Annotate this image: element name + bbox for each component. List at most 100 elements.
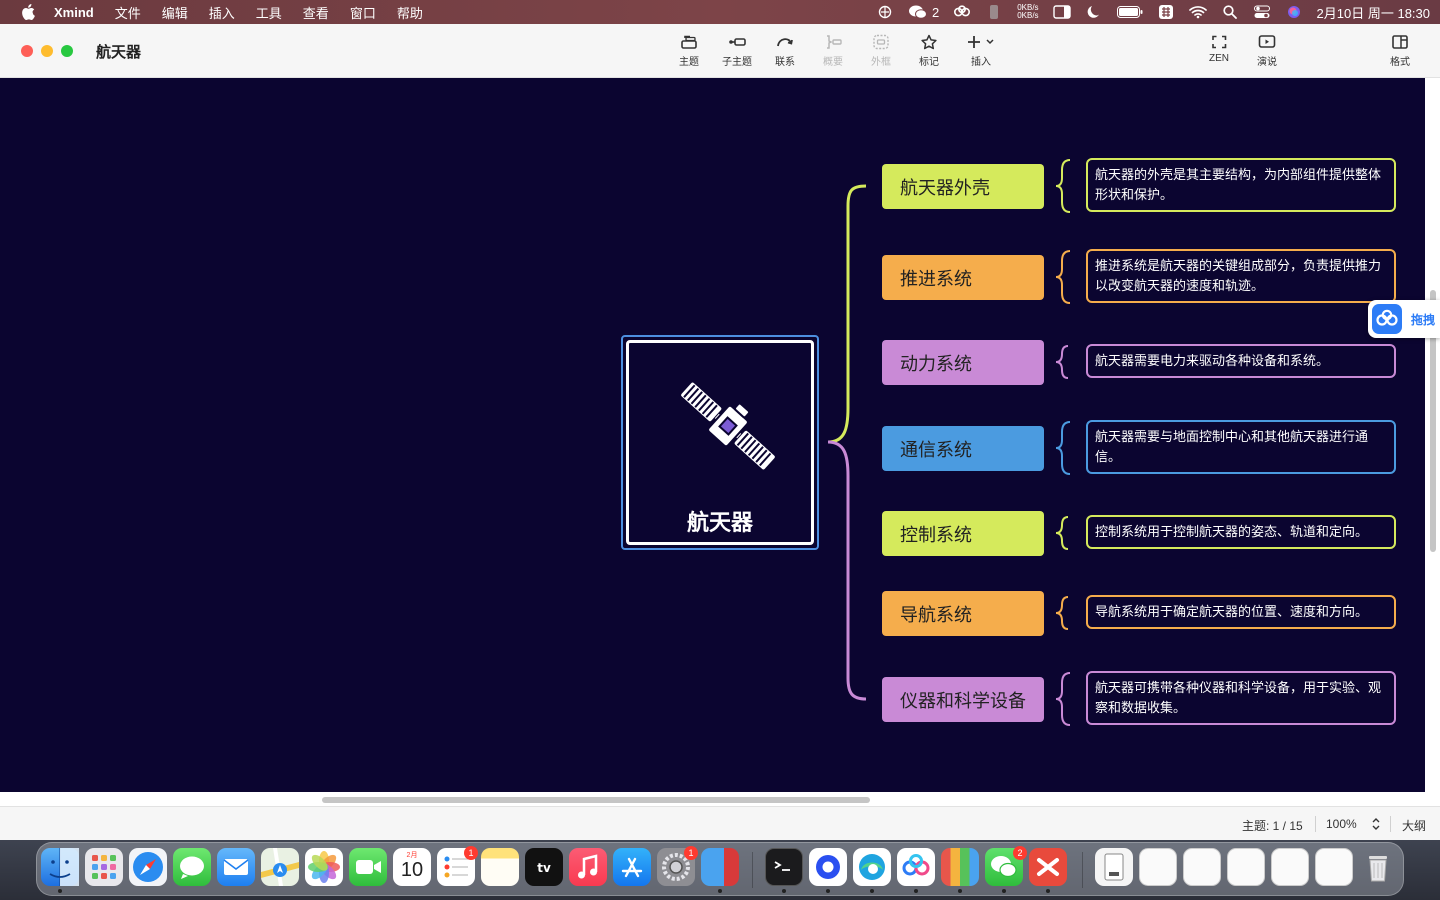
- facetime-icon[interactable]: [349, 848, 387, 886]
- launchpad-icon[interactable]: [85, 848, 123, 886]
- mindmap-canvas[interactable]: 航天器 航天器外壳 航天器的外壳是其主要结构，为内部组件提供整体形状和保护。 推…: [0, 78, 1425, 792]
- recent-document-icon[interactable]: [1139, 848, 1177, 886]
- branch-note-shell-structure[interactable]: 航天器的外壳是其主要结构，为内部组件提供整体形状和保护。: [1086, 158, 1396, 212]
- insert-topic-button[interactable]: 主题: [667, 34, 711, 68]
- net-down-value: 0KB/s: [1017, 11, 1039, 20]
- apple-menu-icon[interactable]: [18, 2, 38, 22]
- insert-menu-button[interactable]: 插入: [959, 34, 1003, 68]
- messages-icon[interactable]: [173, 848, 211, 886]
- chatgpt-icon[interactable]: [809, 848, 847, 886]
- siri-icon[interactable]: [1285, 5, 1303, 19]
- input-method-icon[interactable]: [1157, 5, 1175, 19]
- close-window-button[interactable]: [21, 45, 33, 57]
- books-archive-icon[interactable]: [941, 848, 979, 886]
- floating-drag-button[interactable]: 拖拽: [1368, 300, 1440, 338]
- zoom-stepper-icon[interactable]: [1371, 816, 1381, 832]
- branch-note-navigation[interactable]: 导航系统用于确定航天器的位置、速度和方向。: [1086, 595, 1396, 629]
- parallels-icon[interactable]: [701, 848, 739, 886]
- branch-topic-shell-structure[interactable]: 航天器外壳: [882, 164, 1044, 209]
- branch-topic-power[interactable]: 动力系统: [882, 340, 1044, 385]
- central-topic-label: 航天器: [686, 510, 753, 535]
- vpn-icon[interactable]: [876, 5, 894, 19]
- menu-view[interactable]: 查看: [303, 3, 329, 22]
- apple-tv-icon[interactable]: tv: [525, 848, 563, 886]
- menu-app-name[interactable]: Xmind: [54, 5, 94, 20]
- cloud-sync-icon[interactable]: [953, 5, 971, 19]
- trash-icon[interactable]: [1359, 848, 1397, 886]
- moon-icon[interactable]: [1085, 5, 1103, 19]
- notes-icon[interactable]: [481, 848, 519, 886]
- zen-mode-button[interactable]: ZEN: [1197, 34, 1241, 64]
- zoom-window-button[interactable]: [61, 45, 73, 57]
- mail-icon[interactable]: [217, 848, 255, 886]
- xmind-app-icon[interactable]: [1029, 848, 1067, 886]
- recent-document-icon[interactable]: [1271, 848, 1309, 886]
- sidebar-display-icon[interactable]: [1052, 5, 1071, 19]
- branch-note-power[interactable]: 航天器需要电力来驱动各种设备和系统。: [1086, 344, 1396, 378]
- insert-label: 插入: [971, 57, 991, 68]
- branch-note-propulsion[interactable]: 推进系统是航天器的关键组成部分，负责提供推力以改变航天器的速度和轨迹。: [1086, 249, 1396, 303]
- insert-subtopic-button[interactable]: 子主题: [715, 34, 759, 68]
- branch-note-text: 控制系统用于控制航天器的姿态、轨道和定向。: [1095, 524, 1369, 539]
- photos-icon[interactable]: [305, 848, 343, 886]
- branch-topic-propulsion[interactable]: 推进系统: [882, 255, 1044, 300]
- safari-icon[interactable]: [129, 848, 167, 886]
- pitch-mode-button[interactable]: 演说: [1245, 34, 1289, 68]
- calendar-icon[interactable]: 2月 10: [393, 848, 431, 886]
- edge-browser-icon[interactable]: [853, 848, 891, 886]
- battery-icon[interactable]: [1116, 5, 1143, 19]
- branch-topic-control[interactable]: 控制系统: [882, 511, 1044, 556]
- recent-document-icon[interactable]: [1183, 848, 1221, 886]
- branch-topic-navigation[interactable]: 导航系统: [882, 591, 1044, 636]
- boundary-button[interactable]: 外框: [859, 34, 903, 68]
- baidu-netdisk-icon[interactable]: [897, 848, 935, 886]
- marker-label: 标记: [919, 57, 939, 68]
- relationship-button[interactable]: 联系: [763, 34, 807, 68]
- recent-document-icon[interactable]: [1227, 848, 1265, 886]
- menu-tools[interactable]: 工具: [256, 3, 282, 22]
- branch-topic-instruments[interactable]: 仪器和科学设备: [882, 677, 1044, 722]
- central-topic[interactable]: 航天器: [621, 335, 819, 550]
- dock-separator: [1082, 852, 1083, 888]
- maps-icon[interactable]: [261, 848, 299, 886]
- cloud-drag-icon: [1372, 304, 1402, 334]
- spotlight-search-icon[interactable]: [1221, 5, 1239, 19]
- topic-icon: [681, 35, 697, 49]
- satellite-icon: [679, 380, 777, 472]
- running-indicator: [58, 889, 62, 893]
- stamp-icon[interactable]: [985, 5, 1003, 19]
- running-indicator: [914, 889, 918, 893]
- toolbar: 航天器 主题 子主题 联系 概要 外框 标记 插入 ZEN 演说 格式: [0, 24, 1440, 78]
- finder-icon[interactable]: [41, 848, 79, 886]
- wechat-tray-icon[interactable]: 2: [908, 5, 939, 20]
- app-store-icon[interactable]: [613, 848, 651, 886]
- calendar-day: 10: [400, 859, 424, 881]
- branch-note-instruments[interactable]: 航天器可携带各种仪器和科学设备，用于实验、观察和数据收集。: [1086, 671, 1396, 725]
- menubar-clock[interactable]: 2月10日 周一 18:30: [1317, 3, 1430, 22]
- terminal-icon[interactable]: [765, 848, 803, 886]
- control-center-icon[interactable]: [1253, 5, 1271, 19]
- summary-button[interactable]: 概要: [811, 34, 855, 68]
- topic-label: 主题: [679, 57, 699, 68]
- branch-topic-communication[interactable]: 通信系统: [882, 426, 1044, 471]
- floating-drag-label: 拖拽: [1411, 313, 1436, 327]
- minimize-window-button[interactable]: [41, 45, 53, 57]
- menu-file[interactable]: 文件: [115, 3, 141, 22]
- branch-note-communication[interactable]: 航天器需要与地面控制中心和其他航天器进行通信。: [1086, 420, 1396, 474]
- branch-note-control[interactable]: 控制系统用于控制航天器的姿态、轨道和定向。: [1086, 515, 1396, 549]
- menu-window[interactable]: 窗口: [350, 3, 376, 22]
- branch-note-text: 航天器可携带各种仪器和科学设备，用于实验、观察和数据收集。: [1095, 680, 1382, 715]
- recent-document-icon[interactable]: [1315, 848, 1353, 886]
- music-icon[interactable]: [569, 848, 607, 886]
- outline-toggle[interactable]: 大纲: [1402, 817, 1426, 834]
- menu-edit[interactable]: 编辑: [162, 3, 188, 22]
- branch-topic-label: 推进系统: [900, 268, 972, 289]
- zoom-level[interactable]: 100%: [1326, 817, 1357, 831]
- format-panel-button[interactable]: 格式: [1378, 34, 1422, 68]
- file-cabinet-icon[interactable]: [1095, 848, 1133, 886]
- marker-button[interactable]: 标记: [907, 34, 951, 68]
- menu-help[interactable]: 帮助: [397, 3, 423, 22]
- horizontal-scrollbar-thumb[interactable]: [322, 797, 870, 803]
- menu-insert[interactable]: 插入: [209, 3, 235, 22]
- wifi-icon[interactable]: [1188, 5, 1207, 19]
